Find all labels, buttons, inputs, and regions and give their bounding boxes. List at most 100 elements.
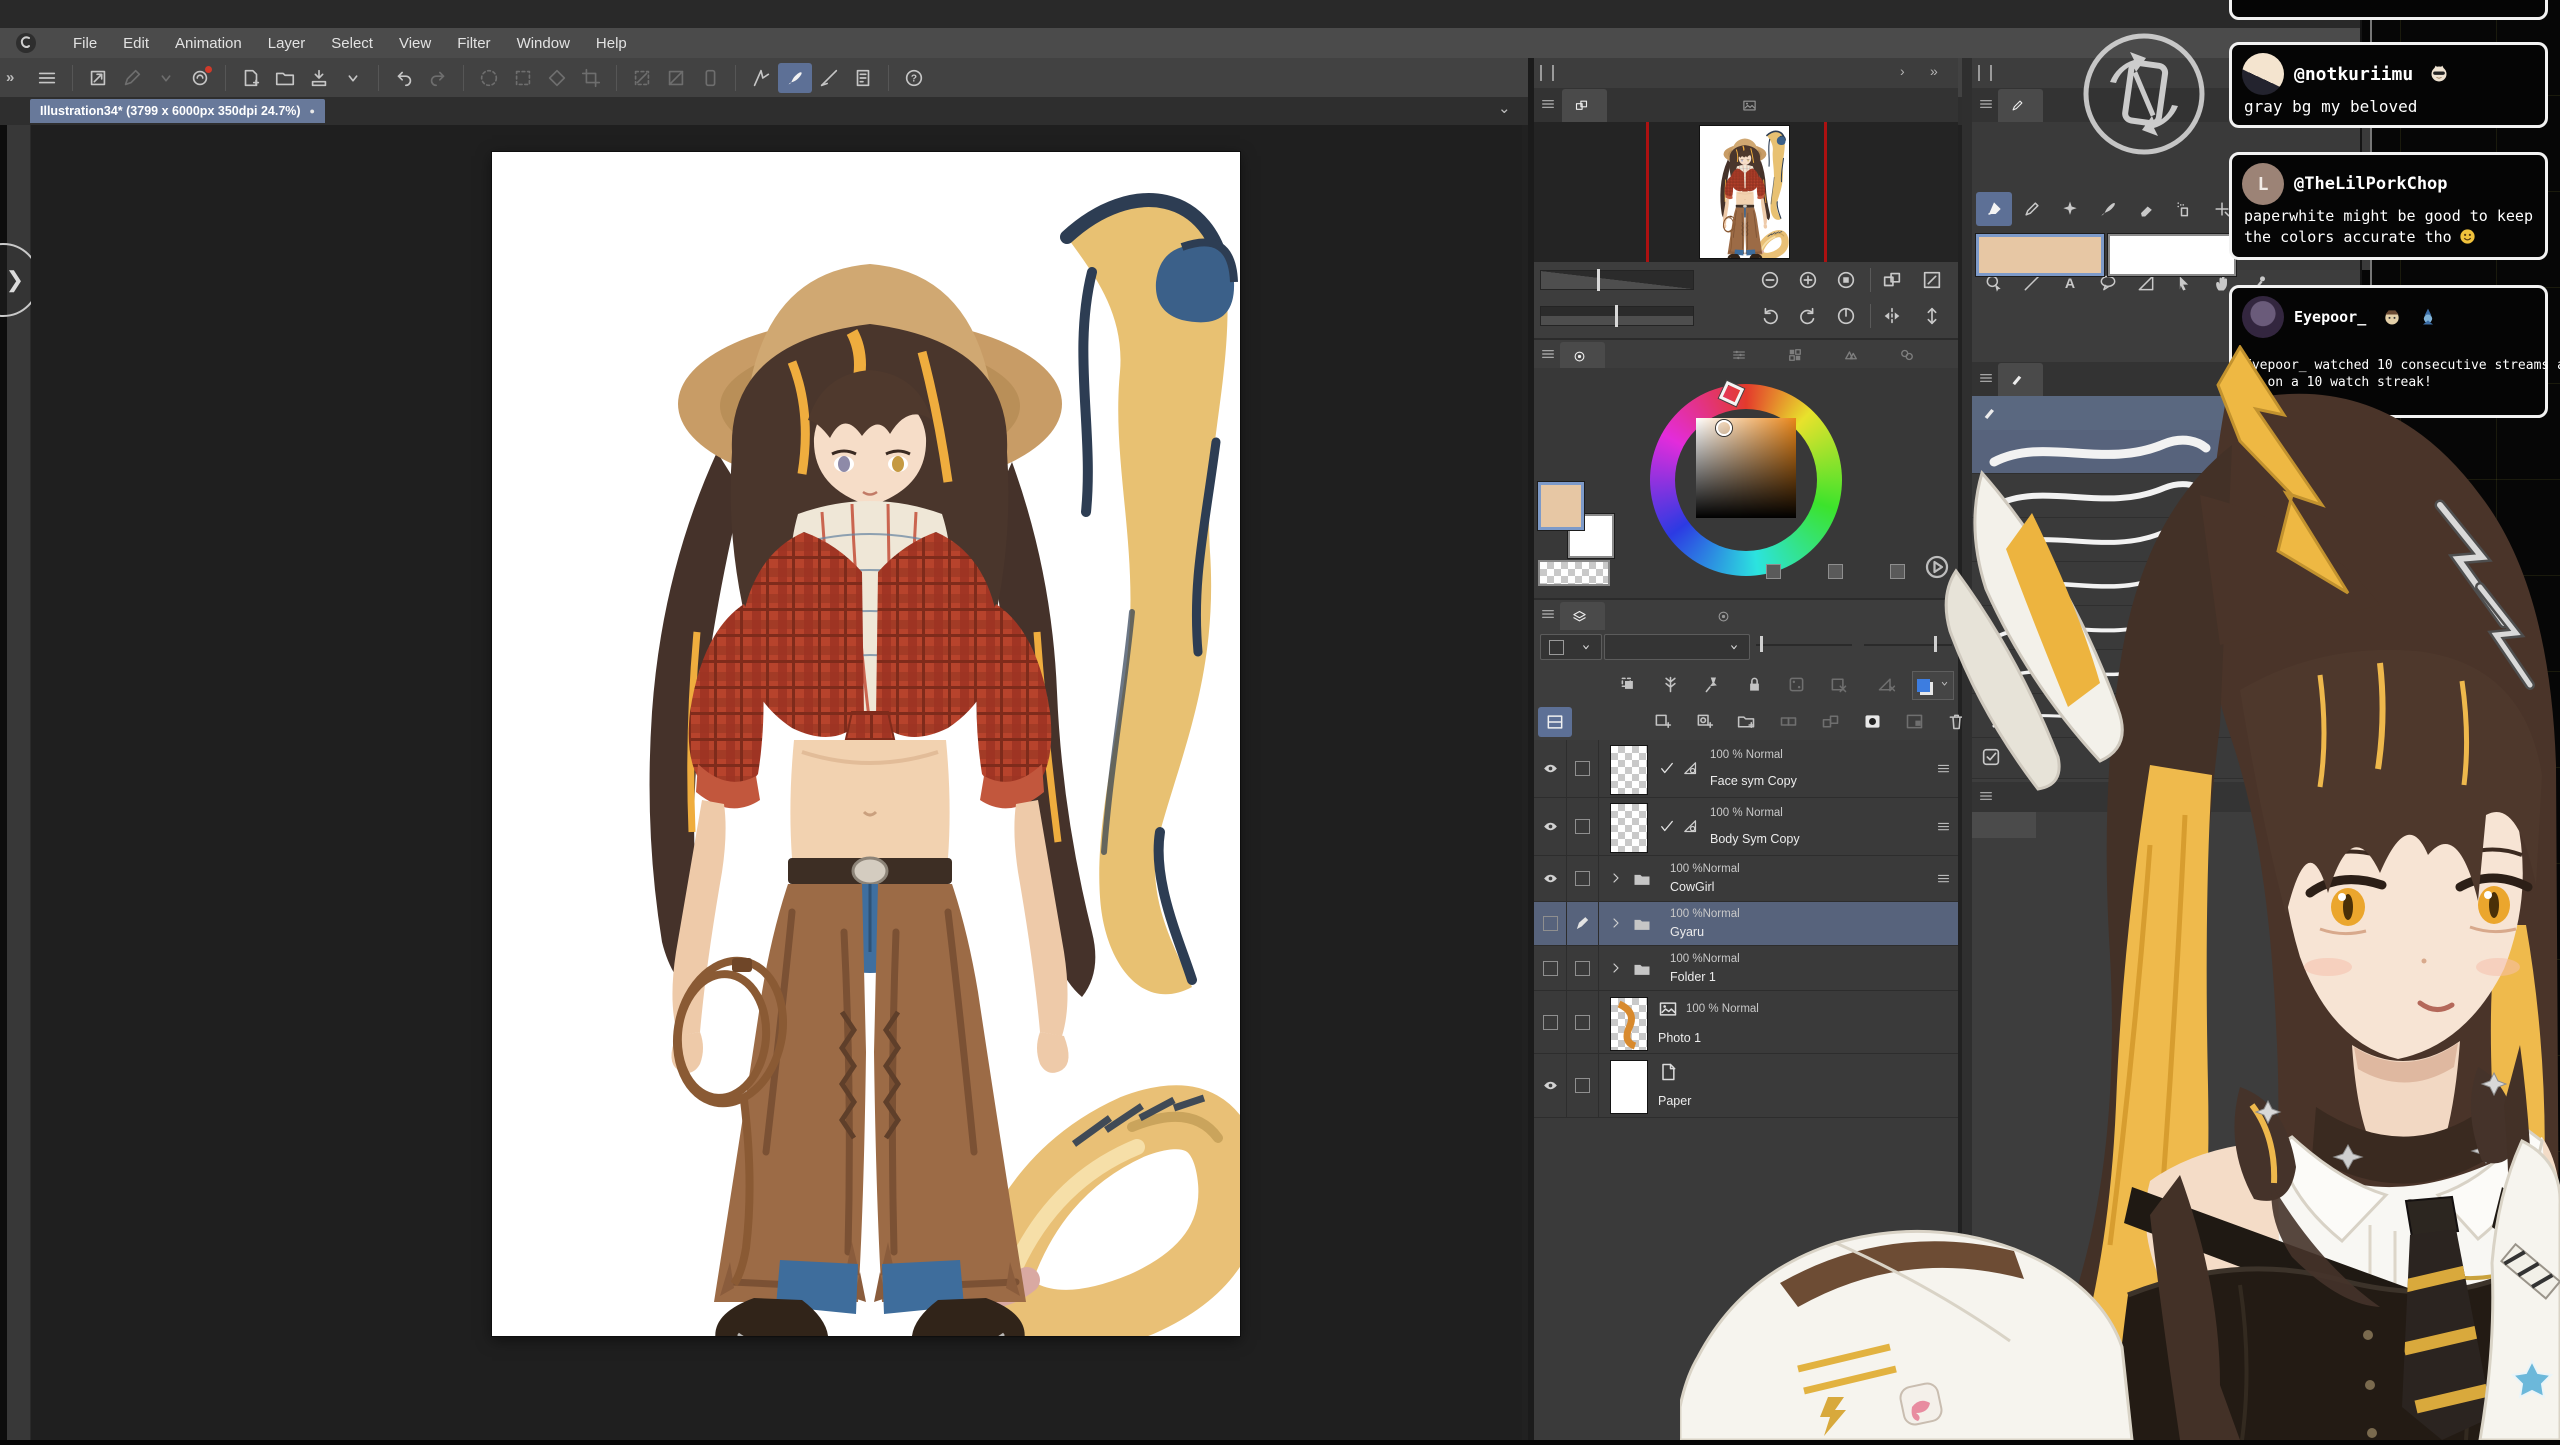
tab-tool[interactable] (1998, 89, 2043, 122)
document-tab[interactable]: Illustration34* (3799 x 6000px 350dpi 24… (30, 99, 325, 123)
expand-chevron-icon[interactable] (1608, 960, 1624, 981)
layer-select-cell[interactable] (1566, 740, 1599, 797)
tool-eraser[interactable] (2128, 192, 2164, 226)
menu-window[interactable]: Window (504, 31, 583, 56)
image-layer-badge-icon (1658, 999, 1678, 1024)
tool-pencil[interactable] (2014, 192, 2050, 226)
expand-chevron-icon[interactable] (1608, 870, 1624, 891)
help-icon[interactable]: ? (897, 63, 931, 93)
zoom-in-icon[interactable] (1794, 266, 1822, 294)
fit-vertical-icon[interactable] (1918, 302, 1946, 330)
layer-select-cell[interactable] (1566, 902, 1599, 945)
layer-visibility-toggle[interactable] (1534, 856, 1567, 901)
edit-canvas-icon[interactable] (115, 63, 149, 93)
collapse-toolbar-icon[interactable]: » (6, 69, 12, 86)
clear-selection-icon[interactable] (625, 63, 659, 93)
sync-save-icon[interactable] (183, 63, 217, 93)
tab-overflow-icon[interactable]: ⌄ (1498, 99, 1511, 117)
tab-layer[interactable] (1560, 602, 1605, 630)
rotate-right-icon[interactable] (1794, 302, 1822, 330)
layer-select-cell[interactable] (1566, 991, 1599, 1053)
document-canvas[interactable] (492, 152, 1240, 1336)
layer-thumbnail[interactable] (1610, 745, 1648, 795)
main-menu-icon[interactable] (30, 63, 64, 93)
caret-down-icon[interactable] (149, 63, 183, 93)
layer-select-cell[interactable] (1566, 1054, 1599, 1117)
transform-view-icon[interactable] (81, 63, 115, 93)
split-view-icon[interactable] (1538, 707, 1572, 737)
foreground-color-swatch[interactable] (1538, 482, 1584, 530)
layer-visibility-toggle[interactable] (1534, 902, 1567, 945)
undo-icon[interactable] (387, 63, 421, 93)
panel-menu-icon[interactable] (1540, 606, 1558, 624)
transparent-color-swatch[interactable] (1538, 560, 1610, 586)
layer-select-cell[interactable] (1566, 856, 1599, 901)
layer-select-cell[interactable] (1566, 798, 1599, 855)
new-raster-layer-icon[interactable] (1652, 711, 1674, 733)
layer-thumbnail[interactable] (1610, 1060, 1648, 1114)
layer-select-cell[interactable] (1566, 946, 1599, 990)
collapse-panel-icon[interactable]: › (1900, 63, 1905, 79)
pages-icon[interactable] (1878, 266, 1906, 294)
tool-wand[interactable] (2052, 192, 2088, 226)
panel-menu-icon[interactable] (1540, 346, 1558, 364)
tab-sub-view[interactable] (1730, 89, 1775, 122)
dock-handle[interactable] (1978, 65, 1992, 81)
zoom-out-icon[interactable] (1756, 266, 1784, 294)
menu-file[interactable]: File (60, 31, 110, 56)
device-frame-icon[interactable] (693, 63, 727, 93)
draw-line-icon[interactable] (812, 63, 846, 93)
menu-select[interactable]: Select (318, 31, 386, 56)
layer-visibility-toggle[interactable] (1534, 798, 1567, 855)
panel-menu-icon[interactable] (1978, 96, 1996, 114)
redo-icon[interactable] (421, 63, 455, 93)
layer-visibility-toggle[interactable] (1534, 740, 1567, 797)
tool-spray[interactable] (2166, 192, 2202, 226)
expand-chevron-icon[interactable] (1608, 915, 1624, 936)
fit-100-icon[interactable] (1832, 266, 1860, 294)
tool-background-swatch[interactable] (2108, 234, 2236, 276)
collapse-all-icon[interactable]: » (1930, 63, 1936, 79)
menu-animation[interactable]: Animation (162, 31, 255, 56)
open-file-icon[interactable] (268, 63, 302, 93)
snap-ruler-icon[interactable] (744, 63, 778, 93)
combine-mode-dropdown[interactable] (1540, 634, 1602, 660)
dock-handle[interactable] (1540, 65, 1554, 81)
onion-skin-icon[interactable] (1660, 674, 1682, 696)
fill-selection-icon[interactable] (540, 63, 574, 93)
tab-color-wheel[interactable] (1560, 342, 1605, 370)
clip-at-layer-icon[interactable] (1618, 674, 1640, 696)
layer-thumbnail[interactable] (1610, 803, 1648, 853)
invert-selection-icon[interactable] (659, 63, 693, 93)
reset-rotation-icon[interactable] (1832, 302, 1860, 330)
grid-print-icon[interactable] (846, 63, 880, 93)
tool-pen[interactable] (1976, 192, 2012, 226)
menu-view[interactable]: View (386, 31, 444, 56)
zoom-slider[interactable] (1540, 270, 1694, 290)
canvas-area[interactable] (31, 125, 1522, 1440)
menu-help[interactable]: Help (583, 31, 640, 56)
export-save-icon[interactable] (302, 63, 336, 93)
draw-brush-icon[interactable] (778, 63, 812, 93)
layer-visibility-toggle[interactable] (1534, 1054, 1567, 1117)
menu-layer[interactable]: Layer (255, 31, 319, 56)
layer-visibility-toggle[interactable] (1534, 991, 1567, 1053)
crop-icon[interactable] (574, 63, 608, 93)
panel-menu-icon[interactable] (1540, 96, 1558, 114)
fit-screen-icon[interactable] (1918, 266, 1946, 294)
new-document-icon[interactable] (234, 63, 268, 93)
caret-down-icon[interactable] (336, 63, 370, 93)
layer-visibility-toggle[interactable] (1534, 946, 1567, 990)
tool-brush[interactable] (2090, 192, 2126, 226)
layer-thumbnail[interactable] (1610, 997, 1648, 1051)
flip-horizontal-icon[interactable] (1878, 302, 1906, 330)
rotate-left-icon[interactable] (1756, 302, 1784, 330)
tool-foreground-swatch[interactable] (1976, 234, 2104, 276)
menu-filter[interactable]: Filter (444, 31, 503, 56)
rotate-slider[interactable] (1540, 306, 1694, 326)
select-again-icon[interactable] (506, 63, 540, 93)
deselect-icon[interactable] (472, 63, 506, 93)
tab-navigator[interactable] (1562, 89, 1607, 122)
navigator-preview[interactable] (1534, 122, 1958, 262)
menu-edit[interactable]: Edit (110, 31, 162, 56)
